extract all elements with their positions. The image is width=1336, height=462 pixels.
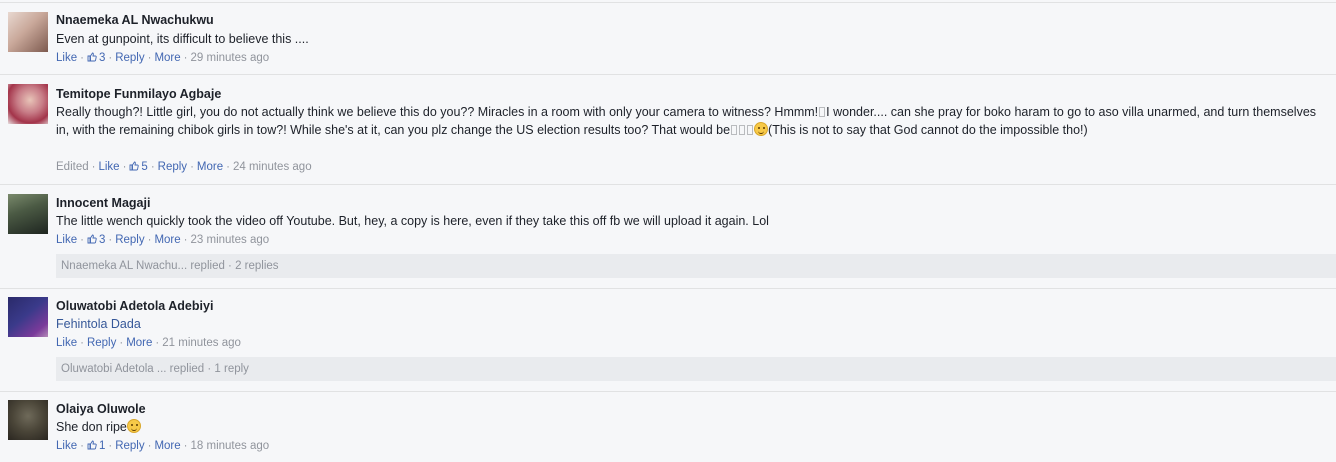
missing-glyph-icon — [739, 125, 746, 135]
winking-face-emoji-icon — [754, 122, 769, 136]
missing-glyph-icon — [731, 125, 738, 135]
comment-author[interactable]: Temitope Funmilayo Agbaje — [56, 87, 221, 101]
comment-5: Olaiya Oluwole She don ripe Like · 1 · Reply… — [0, 391, 1336, 462]
timestamp[interactable]: 18 minutes ago — [191, 440, 270, 452]
avatar[interactable] — [8, 400, 48, 440]
avatar[interactable] — [8, 194, 48, 234]
like-link[interactable]: Like — [56, 440, 77, 452]
comment-actions: Like · 3 · Reply · More · 23 minutes ago — [56, 234, 270, 246]
comment-actions: Like · 1 · Reply · More · 18 minutes ago — [56, 440, 270, 452]
tagged-user-link[interactable]: Fehintola Dada — [56, 315, 1320, 333]
comment-author[interactable]: Innocent Magaji — [56, 196, 150, 210]
comment-actions: Like · Reply · More · 21 minutes ago — [56, 337, 241, 349]
comment-text: The little wench quickly took the video … — [56, 214, 769, 228]
smiling-face-emoji-icon — [126, 419, 141, 433]
comment-2: Temitope Funmilayo Agbaje Really though?… — [0, 74, 1336, 184]
timestamp[interactable]: 21 minutes ago — [162, 337, 241, 349]
more-link[interactable]: More — [154, 440, 180, 452]
reply-link[interactable]: Reply — [158, 161, 187, 173]
comment-text: Really though?! Little girl, you do not … — [56, 105, 1317, 137]
like-count[interactable]: 1 — [87, 440, 105, 452]
thumbs-up-icon — [87, 440, 97, 453]
comment-author[interactable]: Olaiya Oluwole — [56, 402, 146, 416]
reply-link[interactable]: Reply — [115, 234, 144, 246]
comment-text: She don ripe — [56, 418, 1320, 436]
avatar[interactable] — [8, 84, 48, 124]
like-count[interactable]: 5 — [129, 161, 148, 174]
comment-3: Innocent Magaji The little wench quickly… — [0, 184, 1336, 288]
like-count[interactable]: 3 — [87, 52, 105, 64]
more-link[interactable]: More — [126, 337, 152, 349]
missing-glyph-icon — [747, 125, 754, 135]
like-link[interactable]: Like — [56, 52, 77, 64]
timestamp[interactable]: 29 minutes ago — [191, 52, 270, 64]
edited-label[interactable]: Edited — [56, 161, 89, 173]
more-link[interactable]: More — [197, 161, 223, 173]
like-link[interactable]: Like — [98, 161, 119, 173]
comment-actions: Edited · Like · 5 · Reply · More · 24 minutes ago — [56, 161, 312, 174]
thumbs-up-icon — [129, 161, 140, 174]
replies-summary[interactable]: Nnaemeka AL Nwachu... replied · 2 replie… — [56, 254, 1336, 278]
avatar[interactable] — [8, 297, 48, 337]
timestamp[interactable]: 24 minutes ago — [233, 161, 312, 173]
comment-actions: Like · 3 · Reply · More · 29 minutes ago — [56, 52, 270, 64]
reply-link[interactable]: Reply — [87, 337, 116, 349]
reply-link[interactable]: Reply — [115, 440, 144, 452]
more-link[interactable]: More — [154, 52, 180, 64]
comment-author[interactable]: Nnaemeka AL Nwachukwu — [56, 13, 214, 27]
reply-link[interactable]: Reply — [115, 52, 144, 64]
thumbs-up-icon — [87, 234, 97, 247]
timestamp[interactable]: 23 minutes ago — [191, 234, 270, 246]
like-link[interactable]: Like — [56, 337, 77, 349]
comment-4: Oluwatobi Adetola Adebiyi Fehintola Dada… — [0, 288, 1336, 391]
replies-summary[interactable]: Oluwatobi Adetola ... replied · 1 reply — [56, 357, 1336, 381]
comment-text: Even at gunpoint, its difficult to belie… — [56, 32, 309, 46]
comment-author[interactable]: Oluwatobi Adetola Adebiyi — [56, 299, 213, 313]
more-link[interactable]: More — [154, 234, 180, 246]
thumbs-up-icon — [87, 52, 97, 65]
comment-1: Nnaemeka AL Nwachukwu Even at gunpoint, … — [0, 2, 1336, 74]
like-count[interactable]: 3 — [87, 234, 105, 246]
avatar[interactable] — [8, 12, 48, 52]
like-link[interactable]: Like — [56, 234, 77, 246]
missing-glyph-icon — [819, 107, 826, 117]
